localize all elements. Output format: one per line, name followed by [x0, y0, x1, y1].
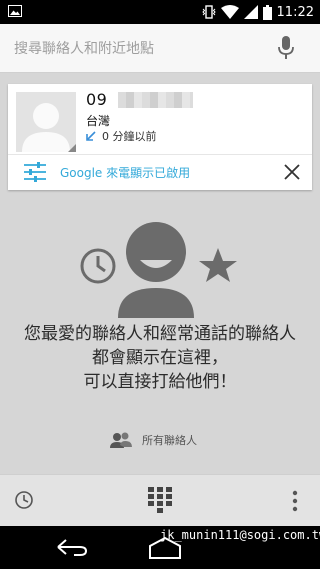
signal-icon: [243, 5, 258, 19]
bottom-action-bar: [0, 474, 320, 527]
all-contacts-label: 所有聯絡人: [142, 434, 197, 447]
status-time: 11:22: [276, 4, 314, 20]
search-bar[interactable]: 搜尋聯絡人和附近地點: [0, 24, 320, 73]
outgoing-call-arrow-icon: [86, 131, 96, 141]
divider: [8, 154, 312, 155]
star-icon: [199, 248, 237, 282]
navigation-bar: jk_munin111@sogi.com.tw: [0, 526, 320, 569]
empty-state-message: 您最愛的聯絡人和經常通話的聯絡人 都會顯示在這裡， 可以直接打給他們！: [0, 322, 320, 394]
all-contacts-button[interactable]: 所有聯絡人: [110, 432, 197, 448]
image-notification-icon: [8, 5, 22, 17]
empty-line-2: 都會顯示在這裡，: [92, 348, 228, 368]
watermark-text: jk_munin111@sogi.com.tw: [160, 528, 320, 542]
call-history-icon[interactable]: [14, 490, 34, 510]
redacted-number: [118, 92, 193, 108]
clock-icon: [80, 248, 116, 284]
caller-id-notice[interactable]: Google 來電顯示已啟用: [24, 162, 190, 182]
contact-number: 09: [86, 90, 108, 109]
contact-location: 台灣: [86, 114, 111, 128]
close-icon[interactable]: [282, 162, 302, 182]
empty-line-3: 可以直接打給他們！: [83, 372, 237, 392]
wifi-icon: [220, 5, 239, 19]
battery-icon: [262, 4, 272, 20]
dialpad-icon[interactable]: [148, 487, 172, 515]
vibrate-icon: [201, 5, 216, 19]
search-input[interactable]: 搜尋聯絡人和附近地點: [14, 38, 154, 58]
overflow-menu-icon[interactable]: [292, 490, 298, 512]
status-bar: 11:22: [0, 0, 320, 24]
default-contact-icon: [16, 92, 76, 152]
recent-call-card[interactable]: 09 台灣 0 分鐘以前 Google 來電顯示已啟用: [8, 84, 312, 190]
microphone-icon[interactable]: [278, 36, 294, 60]
contacts-group-icon: [110, 432, 132, 448]
caller-id-label: Google 來電顯示已啟用: [60, 165, 191, 180]
settings-sliders-icon: [24, 162, 46, 182]
empty-favorites-illustration: [80, 222, 237, 318]
call-time-label: 0 分鐘以前: [102, 130, 157, 143]
call-time-row: 0 分鐘以前: [86, 128, 157, 144]
back-icon[interactable]: [56, 538, 88, 556]
person-icon: [118, 222, 194, 318]
avatar: [16, 92, 76, 152]
empty-line-1: 您最愛的聯絡人和經常通話的聯絡人: [24, 324, 296, 344]
